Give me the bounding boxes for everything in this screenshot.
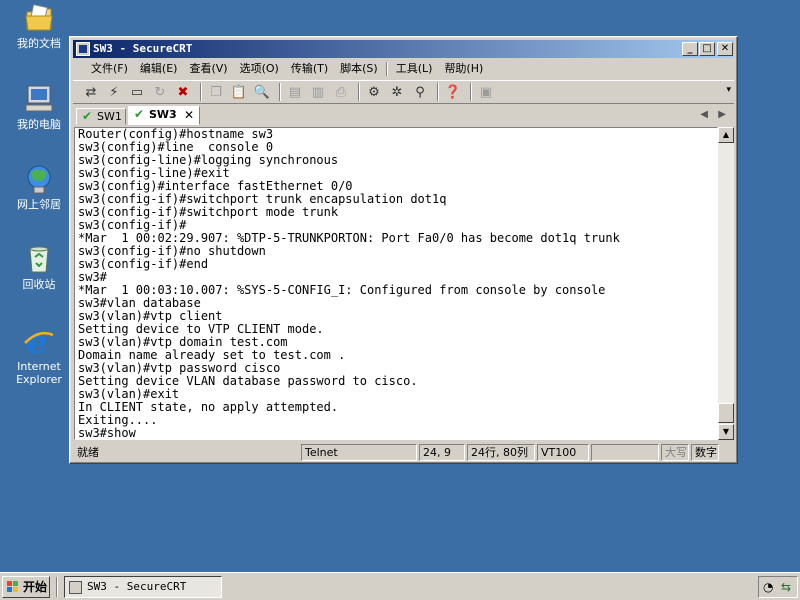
status-emulation: VT100 (537, 444, 589, 461)
taskbar-window-label: SW3 - SecureCRT (87, 580, 187, 593)
status-cursor: 24, 9 (419, 444, 465, 461)
status-empty (591, 444, 659, 461)
tab-label: SW1 (97, 110, 122, 123)
network-icon (23, 163, 55, 195)
scroll-down-icon[interactable]: ▼ (718, 424, 734, 440)
menu-transfer[interactable]: 传输(T) (285, 60, 334, 78)
desktop-icon-internet-explorer[interactable]: e Internet Explorer (4, 323, 74, 386)
terminal-line: Exiting.... (78, 413, 158, 427)
folder-document-icon (23, 2, 55, 34)
start-label: 开始 (23, 580, 48, 594)
toolbar-overflow-icon[interactable]: ▾ (726, 85, 731, 95)
vertical-scrollbar[interactable]: ▲ ▼ (718, 127, 734, 440)
scroll-up-icon[interactable]: ▲ (718, 127, 734, 143)
menu-tools[interactable]: 工具(L) (390, 60, 439, 78)
tray-network-icon[interactable]: ⇆ (781, 580, 791, 594)
desktop-icon-label: 我的文档 (17, 37, 61, 50)
menu-help[interactable]: 帮助(H) (438, 60, 489, 78)
find-icon[interactable]: 🔍 (252, 82, 272, 102)
quick-connect-icon[interactable]: ⚡ (104, 82, 124, 102)
tab-close-icon[interactable]: ✕ (184, 108, 194, 123)
taskbar: 开始 SW3 - SecureCRT ◔ ⇆ (0, 572, 800, 600)
tab-sw3[interactable]: ✔ SW3 ✕ (128, 106, 200, 125)
paste-icon[interactable]: 📋 (229, 82, 249, 102)
help-icon[interactable]: ❓ (443, 82, 463, 102)
tab-scroll-left-icon[interactable]: ◀ (700, 109, 708, 120)
status-size: 24行, 80列 (467, 444, 535, 461)
securecrt-task-icon (69, 581, 82, 594)
securecrt-app-icon (76, 42, 90, 56)
menu-view[interactable]: 查看(V) (183, 60, 233, 78)
status-protocol: Telnet (301, 444, 417, 461)
close-button[interactable]: ✕ (717, 42, 733, 56)
copy-icon[interactable]: ❐ (206, 82, 226, 102)
taskbar-separator (56, 577, 58, 597)
sftp-icon[interactable]: ▣ (476, 82, 496, 102)
desktop-icon-recycle-bin[interactable]: 回收站 (4, 243, 74, 291)
desktop-icon-label: 网上邻居 (17, 198, 61, 211)
print-screen-icon[interactable]: ▤ (285, 82, 305, 102)
session-options-icon[interactable]: ⚙ (364, 82, 384, 102)
desktop-icon-label: 我的电脑 (17, 118, 61, 131)
menu-options[interactable]: 选项(O) (234, 60, 285, 78)
terminal-line: sw3#show (78, 426, 136, 440)
status-caps: 大写 (661, 444, 689, 461)
start-button[interactable]: 开始 (2, 576, 50, 598)
connect-icon[interactable]: ⇄ (81, 82, 101, 102)
toolbar-separator (437, 83, 439, 101)
taskbar-window-button[interactable]: SW3 - SecureCRT (64, 576, 222, 598)
minimize-button[interactable]: _ (682, 42, 698, 56)
tab-scroll-right-icon[interactable]: ▶ (718, 109, 726, 120)
print-icon[interactable]: ⎙ (331, 82, 351, 102)
menu-bar: 文件(F) 编辑(E) 查看(V) 选项(O) 传输(T) 脚本(S) 工具(L… (73, 59, 734, 79)
maximize-button[interactable]: □ (699, 42, 715, 56)
status-num: 数字 (691, 444, 719, 461)
status-bar: 就绪 Telnet 24, 9 24行, 80列 VT100 大写 数字 (73, 443, 734, 462)
recycle-bin-icon (23, 243, 55, 275)
tray-speaker-icon[interactable]: ◔ (763, 580, 773, 594)
title-bar[interactable]: SW3 - SecureCRT _ □ ✕ (73, 40, 734, 58)
svg-text:e: e (27, 325, 47, 357)
menu-script[interactable]: 脚本(S) (334, 60, 384, 78)
desktop-icon-my-computer[interactable]: 我的电脑 (4, 83, 74, 131)
menu-separator (385, 62, 388, 76)
desktop-icon-label: Internet Explorer (16, 360, 62, 386)
connected-check-icon: ✔ (134, 107, 145, 121)
desktop-icon-my-documents[interactable]: 我的文档 (4, 2, 74, 50)
terminal-line: In CLIENT state, no apply attempted. (78, 400, 339, 414)
status-ready: 就绪 (77, 446, 99, 459)
print-selection-icon[interactable]: ▥ (308, 82, 328, 102)
window-title: SW3 - SecureCRT (93, 42, 193, 55)
toolbar-separator (470, 83, 472, 101)
toolbar-separator (358, 83, 360, 101)
terminal-area[interactable]: Router(config)#hostname sw3 sw3(config)#l… (74, 127, 718, 440)
desktop-icon-network[interactable]: 网上邻居 (4, 163, 74, 211)
disconnect-icon[interactable]: ✖ (173, 82, 193, 102)
internet-explorer-icon: e (23, 323, 55, 361)
connect-in-tab-icon[interactable]: ▭ (127, 82, 147, 102)
tab-label: SW3 (149, 108, 177, 121)
computer-icon (23, 83, 55, 115)
desktop-icon-label: 回收站 (22, 278, 56, 291)
menu-file[interactable]: 文件(F) (85, 60, 134, 78)
session-tab-bar: ✔ SW1 ✔ SW3 ✕ ◀ ▶ (73, 105, 734, 125)
menu-edit[interactable]: 编辑(E) (134, 60, 184, 78)
global-options-icon[interactable]: ✲ (387, 82, 407, 102)
scroll-thumb[interactable] (718, 403, 734, 423)
securecrt-window: SW3 - SecureCRT _ □ ✕ 文件(F) 编辑(E) 查看(V) … (69, 36, 738, 464)
keymap-icon[interactable]: ⚲ (410, 82, 430, 102)
connected-check-icon: ✔ (82, 109, 93, 123)
windows-logo-icon (7, 581, 19, 593)
reconnect-icon[interactable]: ↻ (150, 82, 170, 102)
toolbar-separator (279, 83, 281, 101)
terminal-line: sw3(config-if)#end (78, 257, 209, 271)
terminal-output: Router(config)#hostname sw3 sw3(config)#l… (78, 128, 620, 440)
toolbar: ⇄ ⚡ ▭ ↻ ✖ ❐ 📋 🔍 ▤ ▥ ⎙ ⚙ ✲ ⚲ ❓ ▣ ▾ (73, 80, 734, 104)
system-tray: ◔ ⇆ (758, 576, 798, 598)
tab-sw1[interactable]: ✔ SW1 (76, 108, 126, 125)
toolbar-separator (200, 83, 202, 101)
